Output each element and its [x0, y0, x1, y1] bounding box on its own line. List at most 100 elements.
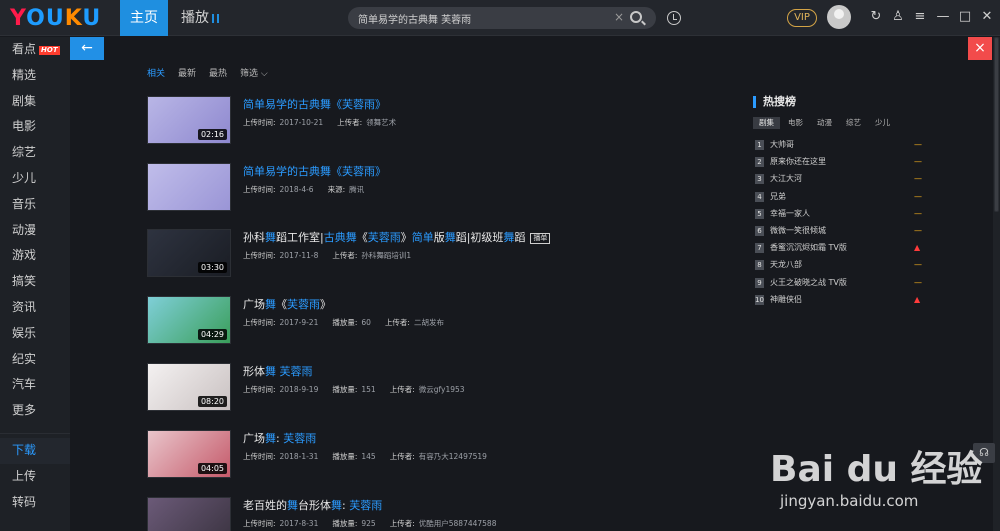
- nav-tab-home[interactable]: 主页: [120, 0, 168, 36]
- sidebar-item-bottom[interactable]: 上传: [0, 464, 70, 490]
- meta-label: 上传时间:: [243, 118, 276, 127]
- menu-icon[interactable]: ≡: [913, 10, 927, 24]
- video-thumbnail[interactable]: 02:16: [147, 96, 231, 144]
- video-title[interactable]: 老百姓的舞台形体舞: 芙蓉雨: [243, 497, 382, 513]
- video-thumbnail[interactable]: 04:05: [147, 430, 231, 478]
- result-item[interactable]: 03:30 孙科舞蹈工作室|古典舞《芙蓉雨》简单版舞蹈|初级班舞蹈 播单 上传时间: 2…: [147, 229, 737, 279]
- hot-search-item[interactable]: 7 香蜜沉沉烬如霜 TV版 ▲: [753, 240, 923, 257]
- video-thumbnail[interactable]: 03:30: [147, 229, 231, 277]
- nav-tab-play[interactable]: 播放: [175, 0, 225, 36]
- hot-search-item[interactable]: 5 幸福一家人 —: [753, 206, 923, 223]
- sidebar-item[interactable]: 音乐: [0, 192, 70, 218]
- video-thumbnail[interactable]: 04:29: [147, 296, 231, 344]
- filter-tab[interactable]: 相关: [147, 66, 165, 79]
- sidebar-item-bottom[interactable]: 下载: [0, 437, 70, 464]
- meta-value: 2017-11-8: [279, 251, 319, 260]
- hot-search-name[interactable]: 天龙八部: [770, 259, 802, 270]
- sidebar-item[interactable]: 更多: [0, 398, 70, 424]
- meta-value: 151: [361, 385, 376, 394]
- close-panel-button[interactable]: ×: [968, 37, 992, 60]
- search-icon[interactable]: [630, 11, 642, 23]
- scrollbar-thumb[interactable]: [994, 37, 999, 212]
- hot-search-name[interactable]: 大帅哥: [770, 139, 794, 150]
- meta-value: 145: [361, 452, 376, 461]
- close-window-icon[interactable]: ✕: [980, 10, 994, 24]
- hot-search-item[interactable]: 8 天龙八部 —: [753, 257, 923, 274]
- meta-value: 有容乃大12497519: [418, 452, 487, 461]
- video-title[interactable]: 广场舞: 芙蓉雨: [243, 430, 316, 446]
- watermark-sub: jingyan.baidu.com: [780, 492, 919, 510]
- hot-search-name[interactable]: 大江大河: [770, 173, 802, 184]
- hot-search-name[interactable]: 幸福一家人: [770, 208, 810, 219]
- sidebar-item[interactable]: 搞笑: [0, 269, 70, 295]
- hot-search-name[interactable]: 微微一笑很倾城: [770, 225, 826, 236]
- hot-search-name[interactable]: 原来你还在这里: [770, 156, 826, 167]
- hot-search-item[interactable]: 9 火王之破晓之战 TV版 —: [753, 275, 923, 292]
- hot-tab[interactable]: 少儿: [869, 117, 896, 129]
- sidebar-item[interactable]: 纪实: [0, 347, 70, 373]
- video-title[interactable]: 孙科舞蹈工作室|古典舞《芙蓉雨》简单版舞蹈|初级班舞蹈 播单: [243, 229, 551, 245]
- title-highlight: 芙蓉雨: [367, 231, 401, 244]
- sidebar-item[interactable]: 娱乐: [0, 321, 70, 347]
- meta-value: 2017-9-21: [279, 318, 319, 327]
- video-title[interactable]: 广场舞《芙蓉雨》: [243, 296, 331, 312]
- hot-search-item[interactable]: 10 神雕侠侣 ▲: [753, 292, 923, 309]
- hot-tab[interactable]: 综艺: [840, 117, 867, 129]
- hot-search-name[interactable]: 香蜜沉沉烬如霜 TV版: [770, 242, 847, 253]
- vip-button[interactable]: VIP: [787, 9, 817, 27]
- hot-search-item[interactable]: 2 原来你还在这里 —: [753, 154, 923, 171]
- clear-search-icon[interactable]: ×: [614, 10, 624, 24]
- hot-search-name[interactable]: 神雕侠侣: [770, 294, 802, 305]
- video-title[interactable]: 形体舞 芙蓉雨: [243, 363, 313, 379]
- sidebar-item[interactable]: 电影: [0, 114, 70, 140]
- hot-tab[interactable]: 动漫: [811, 117, 838, 129]
- result-item[interactable]: 02:16 简单易学的古典舞《芙蓉雨》 上传时间: 2017-10-21 上传者: 领舞艺…: [147, 96, 737, 146]
- video-title[interactable]: 简单易学的古典舞《芙蓉雨》: [243, 163, 386, 179]
- sidebar-item[interactable]: 资讯: [0, 295, 70, 321]
- filter-tab[interactable]: 最热: [209, 66, 227, 79]
- meta-value: 2017-8-31: [279, 519, 319, 528]
- filter-tab[interactable]: 筛选 ⌵: [240, 66, 268, 79]
- video-thumbnail[interactable]: 08:20: [147, 363, 231, 411]
- hot-search-item[interactable]: 1 大帅哥 —: [753, 137, 923, 154]
- minimize-icon[interactable]: —: [936, 10, 950, 24]
- result-item[interactable]: 老百姓的舞台形体舞: 芙蓉雨 上传时间: 2017-8-31 播放量: 925 上传者: 优…: [147, 497, 737, 531]
- hot-search-item[interactable]: 4 兄弟 —: [753, 189, 923, 206]
- sidebar-item[interactable]: 剧集: [0, 89, 70, 115]
- hot-search-item[interactable]: 6 微微一笑很倾城 —: [753, 223, 923, 240]
- sidebar-item[interactable]: 动漫: [0, 218, 70, 244]
- history-clock-icon[interactable]: [667, 11, 681, 25]
- sidebar-item[interactable]: 游戏: [0, 243, 70, 269]
- result-item[interactable]: 04:05 广场舞: 芙蓉雨 上传时间: 2018-1-31 播放量: 145 上传者: 有容…: [147, 430, 737, 480]
- hot-tab[interactable]: 剧集: [753, 117, 780, 129]
- youku-logo[interactable]: YOUKU: [10, 6, 101, 31]
- sidebar-item-bottom[interactable]: 转码: [0, 490, 70, 516]
- search-input[interactable]: [358, 7, 608, 29]
- result-item[interactable]: 08:20 形体舞 芙蓉雨 上传时间: 2018-9-19 播放量: 151 上传者: 微云g…: [147, 363, 737, 413]
- sidebar-item[interactable]: 看点 HOT: [0, 37, 70, 63]
- hot-search-name[interactable]: 兄弟: [770, 191, 786, 202]
- hot-tab[interactable]: 电影: [782, 117, 809, 129]
- user-avatar[interactable]: [827, 5, 851, 29]
- trend-flat-icon: —: [914, 157, 922, 167]
- sidebar-item[interactable]: 综艺: [0, 140, 70, 166]
- meta-value: 孙科舞蹈培训1: [361, 251, 412, 260]
- result-item[interactable]: 简单易学的古典舞《芙蓉雨》 上传时间: 2018-4-6 来源: 腾讯: [147, 163, 737, 213]
- sidebar-item[interactable]: 精选: [0, 63, 70, 89]
- back-arrow-button[interactable]: ←: [70, 37, 104, 60]
- video-thumbnail[interactable]: [147, 497, 231, 531]
- skin-shirt-icon[interactable]: ♙: [891, 10, 905, 24]
- filter-tab[interactable]: 最新: [178, 66, 196, 79]
- search-box[interactable]: ×: [348, 7, 656, 29]
- video-title[interactable]: 简单易学的古典舞《芙蓉雨》: [243, 96, 386, 112]
- nav-play-label: 播放: [181, 10, 209, 26]
- maximize-icon[interactable]: □: [958, 10, 972, 24]
- sidebar-item[interactable]: 汽车: [0, 372, 70, 398]
- result-item[interactable]: 04:29 广场舞《芙蓉雨》 上传时间: 2017-9-21 播放量: 60 上传者: 二胡发…: [147, 296, 737, 346]
- video-thumbnail[interactable]: [147, 163, 231, 211]
- hot-search-item[interactable]: 3 大江大河 —: [753, 171, 923, 188]
- hot-search-name[interactable]: 火王之破晓之战 TV版: [770, 277, 847, 288]
- meta-value: 2018-9-19: [279, 385, 319, 394]
- sidebar-item[interactable]: 少儿: [0, 166, 70, 192]
- refresh-icon[interactable]: ↻: [869, 10, 883, 24]
